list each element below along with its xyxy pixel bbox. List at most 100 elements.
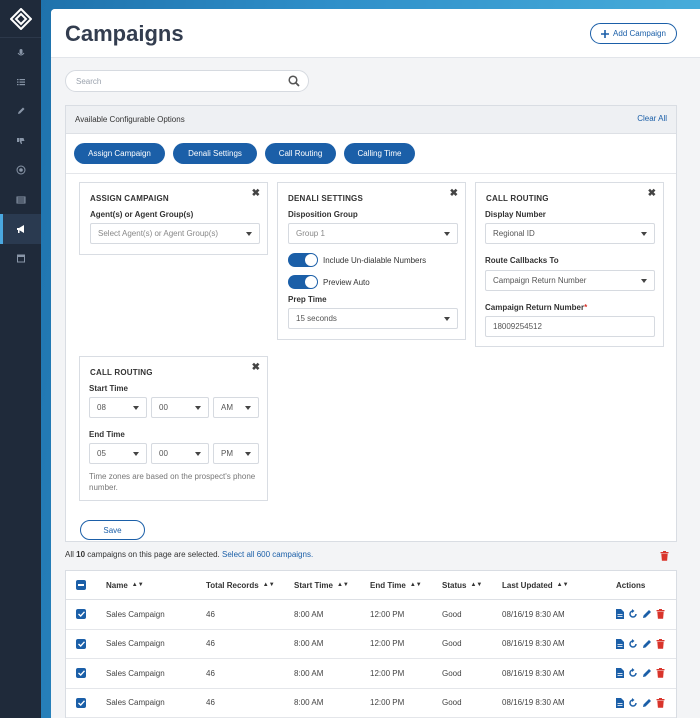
end-minute-select[interactable]: 00 [151, 443, 209, 464]
search-icon[interactable] [288, 75, 300, 87]
close-icon[interactable]: ✖ [648, 188, 656, 199]
column-start-time[interactable]: Start Time ▲▼ [294, 571, 349, 599]
cell-records: 46 [206, 609, 215, 619]
table-row[interactable]: Sales Campaign 46 8:00 AM 12:00 PM Good 08/16… [66, 630, 676, 659]
row-actions [616, 630, 665, 659]
agents-select[interactable]: Select Agent(s) or Agent Group(s) [90, 223, 260, 244]
end-ampm-select[interactable]: PM [213, 443, 259, 464]
row-checkbox[interactable] [76, 659, 86, 688]
row-checkbox[interactable] [76, 600, 86, 629]
card-title: CALL ROUTING [486, 194, 549, 203]
sort-icon: ▲▼ [470, 582, 483, 588]
pill-calling-time[interactable]: Calling Time [344, 143, 415, 164]
table-header: Name ▲▼ Total Records ▲▼ Start Time ▲▼ End … [66, 571, 676, 600]
sidebar-item-targets[interactable] [0, 156, 41, 185]
undialable-toggle[interactable] [288, 253, 318, 267]
app-logo[interactable] [0, 0, 41, 38]
disposition-select[interactable]: Group 1 [288, 223, 458, 244]
clear-all-link[interactable]: Clear All [637, 114, 667, 123]
call-routing-card: CALL ROUTING ✖ Display Number Regional I… [475, 182, 664, 347]
column-status[interactable]: Status ▲▼ [442, 571, 482, 599]
table-row[interactable]: Sales Campaign 46 8:00 AM 12:00 PM Good 08/16… [66, 659, 676, 689]
select-all-link[interactable]: Select all 600 campaigns. [222, 550, 313, 559]
column-last-updated[interactable]: Last Updated ▲▼ [502, 571, 569, 599]
campaigns-table: Name ▲▼ Total Records ▲▼ Start Time ▲▼ End … [65, 570, 677, 718]
cell-end: 12:00 PM [370, 698, 405, 708]
sidebar-item-voice[interactable] [0, 38, 41, 67]
save-button[interactable]: Save [80, 520, 145, 540]
refresh-icon[interactable] [628, 638, 638, 649]
close-icon[interactable]: ✖ [252, 188, 260, 199]
cell-start: 8:00 AM [294, 639, 324, 649]
start-minute-select[interactable]: 00 [151, 397, 209, 418]
return-number-field[interactable]: 18009254512 [485, 316, 655, 337]
start-hour-select[interactable]: 08 [89, 397, 147, 418]
pencil-icon[interactable] [642, 639, 652, 649]
sidebar [0, 0, 41, 718]
chevron-down-icon [133, 452, 139, 456]
column-total-records[interactable]: Total Records ▲▼ [206, 571, 275, 599]
route-callbacks-select[interactable]: Campaign Return Number [485, 270, 655, 291]
disposition-select-value: Group 1 [296, 229, 325, 238]
cell-records: 46 [206, 639, 215, 649]
trash-icon[interactable] [656, 697, 665, 708]
sidebar-item-table[interactable] [0, 185, 41, 214]
column-end-time[interactable]: End Time ▲▼ [370, 571, 422, 599]
start-time-label: Start Time [89, 384, 128, 393]
table-row[interactable]: Sales Campaign 46 8:00 AM 12:00 PM Good 08/16… [66, 689, 676, 718]
document-icon[interactable] [616, 609, 624, 620]
refresh-icon[interactable] [628, 697, 638, 708]
cell-end: 12:00 PM [370, 639, 405, 649]
pill-assign-campaign[interactable]: Assign Campaign [74, 143, 165, 164]
chevron-down-icon [444, 317, 450, 321]
sidebar-item-campaigns[interactable] [0, 214, 41, 245]
search-input[interactable]: Search [65, 70, 309, 92]
refresh-icon[interactable] [628, 668, 638, 678]
megaphone-icon [16, 225, 24, 234]
add-campaign-label: Add Campaign [613, 29, 666, 38]
start-ampm-select[interactable]: AM [213, 397, 259, 418]
end-hour-value: 05 [97, 449, 106, 458]
document-icon[interactable] [616, 697, 624, 708]
pencil-icon[interactable] [642, 698, 652, 708]
chevron-down-icon [245, 452, 251, 456]
option-pills: Assign Campaign Denali Settings Call Rou… [74, 143, 415, 164]
chevron-down-icon [195, 406, 201, 410]
pill-call-routing[interactable]: Call Routing [265, 143, 336, 164]
table-row[interactable]: Sales Campaign 46 8:00 AM 12:00 PM Good 08/16… [66, 600, 676, 630]
close-icon[interactable]: ✖ [450, 188, 458, 199]
display-number-select[interactable]: Regional ID [485, 223, 655, 244]
trash-icon[interactable] [656, 609, 665, 620]
sidebar-item-calendar[interactable] [0, 244, 41, 273]
cell-name: Sales Campaign [106, 668, 165, 678]
document-icon[interactable] [616, 638, 624, 649]
row-actions [616, 689, 665, 718]
pencil-icon[interactable] [642, 668, 652, 678]
preview-auto-toggle[interactable] [288, 275, 318, 289]
sidebar-item-dnc[interactable] [0, 126, 41, 155]
trash-icon[interactable] [660, 551, 669, 561]
cell-records: 46 [206, 698, 215, 708]
end-hour-select[interactable]: 05 [89, 443, 147, 464]
column-name[interactable]: Name ▲▼ [106, 571, 144, 599]
document-icon[interactable] [616, 668, 624, 679]
chevron-down-icon [133, 406, 139, 410]
pill-denali-settings[interactable]: Denali Settings [173, 143, 257, 164]
cell-name: Sales Campaign [106, 609, 165, 619]
pencil-icon[interactable] [642, 609, 652, 619]
sidebar-item-lists[interactable] [0, 67, 41, 96]
prep-time-select[interactable]: 15 seconds [288, 308, 458, 329]
add-campaign-button[interactable]: Add Campaign [590, 23, 677, 44]
trash-icon[interactable] [656, 638, 665, 649]
select-all-checkbox[interactable] [76, 571, 86, 599]
close-icon[interactable]: ✖ [252, 362, 260, 373]
agents-select-value: Select Agent(s) or Agent Group(s) [98, 229, 219, 238]
refresh-icon[interactable] [628, 609, 638, 619]
row-checkbox[interactable] [76, 689, 86, 718]
sidebar-item-edit[interactable] [0, 97, 41, 126]
row-checkbox[interactable] [76, 630, 86, 659]
checkbox-indeterminate [76, 580, 86, 590]
checkmark-icon [76, 668, 86, 679]
cell-status: Good [442, 639, 462, 649]
trash-icon[interactable] [656, 668, 665, 679]
